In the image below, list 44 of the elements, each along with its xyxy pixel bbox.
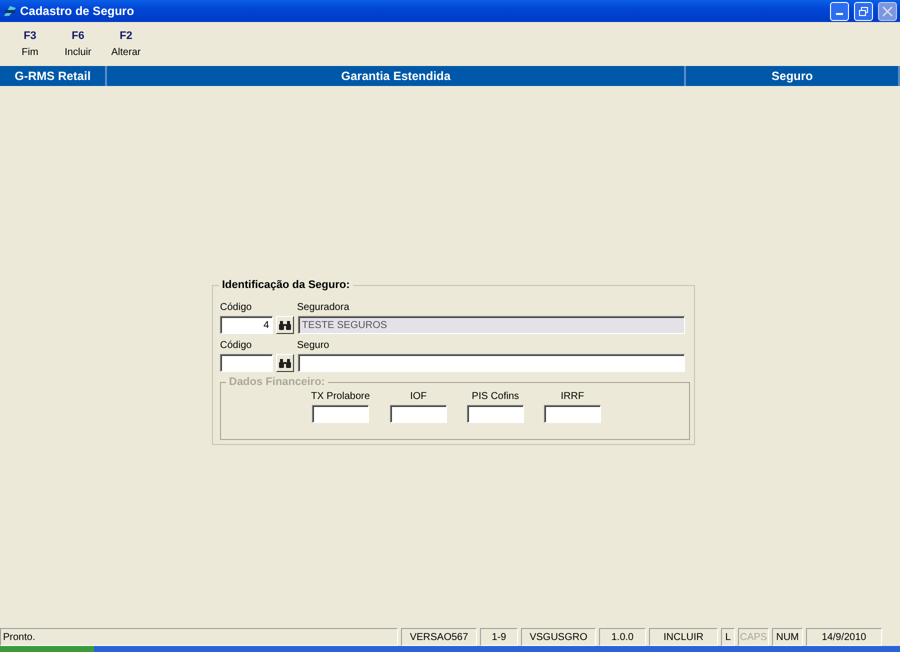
status-panel: VSGUSGRO xyxy=(521,628,596,646)
binoculars-icon xyxy=(279,320,291,330)
code-field[interactable] xyxy=(220,354,273,372)
header-label: G-RMS Retail xyxy=(0,66,108,86)
status-panel: 14/9/2010 xyxy=(806,628,882,646)
search-button[interactable] xyxy=(276,316,294,334)
status-panel: VERSAO567 xyxy=(401,628,477,646)
toolbar-button[interactable]: F3 Fim xyxy=(6,22,54,66)
status-panel: 1-9 xyxy=(480,628,518,646)
header-label: Garantia Estendida xyxy=(107,66,686,86)
minimize-button[interactable] xyxy=(830,2,849,20)
field-label: Seguradora xyxy=(297,302,350,314)
status-panel: L xyxy=(721,628,735,646)
input-field[interactable] xyxy=(390,405,447,423)
input-field[interactable] xyxy=(544,405,601,423)
logo-icon xyxy=(3,5,17,17)
status-panel: CAPS xyxy=(738,628,769,646)
field-label: TX Prolabore xyxy=(311,391,370,403)
restore-icon xyxy=(858,6,869,16)
field-label: PIS Cofins xyxy=(472,391,520,403)
search-button[interactable] xyxy=(276,354,294,372)
minimize-icon xyxy=(836,13,843,15)
status-panel: 1.0.0 xyxy=(599,628,646,646)
toolbar-button[interactable]: F6 Incluir xyxy=(54,22,102,66)
close-icon xyxy=(882,6,893,16)
input-field[interactable] xyxy=(312,405,369,423)
field-label: IOF xyxy=(410,391,427,403)
status-panel: INCLUIR xyxy=(649,628,718,646)
restore-button[interactable] xyxy=(854,2,873,20)
field-label: Seguro xyxy=(297,340,330,352)
status-panel: NUM xyxy=(772,628,803,646)
window-title: Cadastro de Seguro xyxy=(20,4,136,18)
name-field[interactable] xyxy=(298,354,685,372)
group-title: Identificação da Seguro: xyxy=(219,279,353,291)
status-message: Pronto. xyxy=(0,628,398,646)
group-title: Dados Financeiro: xyxy=(226,376,328,388)
field-label: Código xyxy=(220,302,253,314)
input-field[interactable] xyxy=(466,405,524,423)
toolbar-button[interactable]: F2 Alterar xyxy=(102,22,150,66)
header-label: Seguro xyxy=(686,66,900,86)
field-label: Código xyxy=(220,340,253,352)
binoculars-icon xyxy=(279,358,291,368)
field-label: IRRF xyxy=(560,391,584,403)
close-button[interactable] xyxy=(878,2,897,20)
